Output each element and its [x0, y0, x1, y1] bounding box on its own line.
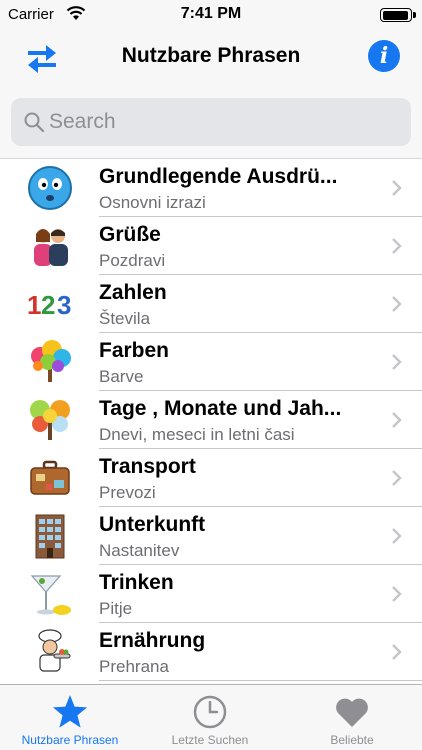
star-icon [53, 695, 87, 728]
chevron-right-icon [392, 180, 402, 196]
chevron-right-icon [392, 470, 402, 486]
cocktail-icon [30, 575, 71, 615]
svg-text:3: 3 [57, 290, 71, 320]
category-list: Grundlegende Ausdrü... Osnovni izrazi Gr… [0, 159, 422, 684]
blue-face-icon [28, 166, 72, 210]
list-item[interactable]: Transport Prevozi [0, 449, 422, 507]
list-item[interactable]: Trinken Pitje [0, 565, 422, 623]
search-area [0, 86, 422, 159]
chevron-right-icon [392, 238, 402, 254]
tab-nutzbare-phrasen[interactable]: Nutzbare Phrasen [0, 685, 140, 750]
row-title: Zahlen [99, 281, 167, 304]
search-icon [24, 112, 45, 133]
tab-bar: Nutzbare Phrasen Letzte Suchen Beliebte [0, 684, 422, 750]
colorful-tree-icon [31, 340, 71, 382]
row-subtitle: Prehrana [99, 657, 169, 676]
row-title: Unterkunft [99, 513, 206, 536]
list-item[interactable]: 1 2 3 Zahlen Števila [0, 275, 422, 333]
chevron-right-icon [392, 296, 402, 312]
row-subtitle: Števila [99, 309, 151, 328]
row-title: Farben [99, 339, 170, 362]
list-item[interactable]: Farben Barve [0, 333, 422, 391]
row-title: Tage , Monate und Jah... [99, 397, 342, 420]
row-title: Transport [99, 455, 196, 478]
row-subtitle: Dnevi, meseci in letni časi [99, 425, 295, 444]
info-glyph: i [379, 43, 389, 69]
tab-label: Beliebte [330, 733, 374, 747]
info-icon[interactable]: i [368, 40, 400, 72]
list-item[interactable]: Tage , Monate und Jah... Dnevi, meseci i… [0, 391, 422, 449]
tab-beliebte[interactable]: Beliebte [282, 685, 422, 750]
svg-text:1: 1 [27, 290, 41, 320]
row-title: Trinken [99, 571, 174, 594]
greeting-people-icon [34, 229, 68, 266]
list-item[interactable]: Grundlegende Ausdrü... Osnovni izrazi [0, 159, 422, 217]
battery-icon [380, 8, 416, 22]
search-input[interactable] [49, 98, 399, 146]
row-subtitle: Barve [99, 367, 144, 386]
chef-icon [38, 629, 71, 672]
clock-icon [193, 695, 227, 729]
tab-letzte-suchen[interactable]: Letzte Suchen [140, 685, 280, 750]
row-subtitle: Osnovni izrazi [99, 193, 206, 212]
clock-time: 7:41 PM [180, 5, 242, 22]
separator [99, 680, 422, 681]
row-title: Grüße [99, 223, 161, 246]
building-icon [35, 514, 65, 559]
list-item[interactable]: Grüße Pozdravi [0, 217, 422, 275]
row-title: Ernährung [99, 629, 206, 652]
svg-text:2: 2 [41, 290, 55, 320]
status-bar: Carrier 7:41 PM [0, 0, 422, 30]
list-item[interactable]: Unterkunft Nastanitev [0, 507, 422, 565]
row-subtitle: Prevozi [99, 483, 156, 502]
chevron-right-icon [392, 586, 402, 602]
row-subtitle: Pitje [99, 599, 133, 618]
heart-icon [336, 698, 368, 727]
list-item[interactable]: Ernährung Prehrana [0, 623, 422, 681]
tab-label: Nutzbare Phrasen [21, 733, 119, 747]
numbers-icon: 1 2 3 [27, 290, 71, 320]
tab-label: Letzte Suchen [171, 733, 249, 747]
chevron-right-icon [392, 412, 402, 428]
seasons-tree-icon [30, 400, 70, 440]
chevron-right-icon [392, 354, 402, 370]
chevron-right-icon [392, 528, 402, 544]
chevron-right-icon [392, 644, 402, 660]
row-subtitle: Pozdravi [99, 251, 166, 270]
battery-fill [382, 10, 408, 20]
nav-bar: Nutzbare Phrasen i [0, 30, 422, 86]
search-field[interactable] [11, 98, 411, 146]
row-subtitle: Nastanitev [99, 541, 180, 560]
row-title: Grundlegende Ausdrü... [99, 165, 338, 188]
page-title: Nutzbare Phrasen [121, 44, 301, 67]
suitcase-icon [30, 460, 70, 495]
